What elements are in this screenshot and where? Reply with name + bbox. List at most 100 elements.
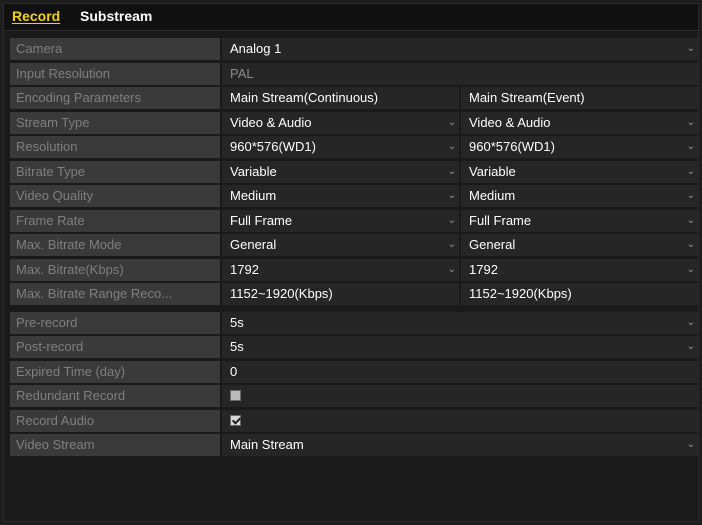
- camera-label: Camera: [10, 38, 220, 60]
- max-bitrate-event-select[interactable]: 1792 ⌄: [461, 258, 698, 281]
- redundant-record-checkbox[interactable]: [230, 390, 241, 401]
- video-stream-select[interactable]: Main Stream ⌄: [222, 434, 698, 456]
- resolution-event-select[interactable]: 960*576(WD1) ⌄: [461, 136, 698, 158]
- chevron-down-icon: ⌄: [447, 239, 456, 250]
- max-bitrate-mode-event-value: General: [469, 237, 516, 252]
- max-bitrate-mode-label: Max. Bitrate Mode: [10, 234, 220, 256]
- redundant-record-cell: [222, 385, 698, 407]
- video-quality-main-select[interactable]: Medium ⌄: [222, 185, 459, 207]
- tab-bar: Record Substream: [4, 4, 698, 31]
- post-record-value: 5s: [230, 339, 244, 354]
- row-expired-time: Expired Time (day) 0: [10, 360, 698, 385]
- row-input-resolution: Input Resolution PAL: [10, 62, 698, 87]
- post-record-select[interactable]: 5s ⌄: [222, 336, 698, 358]
- row-video-quality: Video Quality Medium ⌄ Medium ⌄: [10, 184, 698, 209]
- chevron-down-icon: ⌄: [686, 116, 695, 128]
- record-audio-label: Record Audio: [10, 409, 220, 432]
- tab-substream[interactable]: Substream: [80, 8, 152, 24]
- pre-record-label: Pre-record: [10, 311, 220, 334]
- stream-type-main-select[interactable]: Video & Audio ⌄: [222, 111, 459, 134]
- stream-type-event-value: Video & Audio: [469, 114, 551, 130]
- max-bitrate-main-select[interactable]: 1792 ⌄: [222, 258, 459, 281]
- post-record-label: Post-record: [10, 336, 220, 358]
- input-resolution-label: Input Resolution: [10, 62, 220, 85]
- max-bitrate-mode-main-value: General: [230, 237, 277, 252]
- stream-type-main-value: Video & Audio: [230, 114, 312, 130]
- chevron-down-icon: ⌄: [447, 190, 456, 201]
- row-max-bitrate-mode: Max. Bitrate Mode General ⌄ General ⌄: [10, 233, 698, 258]
- row-resolution: Resolution 960*576(WD1) ⌄ 960*576(WD1) ⌄: [10, 135, 698, 160]
- stream-type-label: Stream Type: [10, 111, 220, 134]
- row-max-bitrate-range: Max. Bitrate Range Reco... 1152~1920(Kbp…: [10, 282, 698, 307]
- bitrate-type-main-select[interactable]: Variable ⌄: [222, 160, 459, 183]
- row-redundant-record: Redundant Record: [10, 384, 698, 409]
- chevron-down-icon: ⌄: [447, 263, 456, 275]
- row-stream-type: Stream Type Video & Audio ⌄ Video & Audi…: [10, 111, 698, 136]
- tab-record[interactable]: Record: [12, 8, 60, 24]
- row-pre-record: Pre-record 5s ⌄: [10, 311, 698, 336]
- redundant-record-label: Redundant Record: [10, 385, 220, 407]
- main-stream-event-header: Main Stream(Event): [461, 87, 698, 109]
- max-bitrate-range-label: Max. Bitrate Range Reco...: [10, 283, 220, 305]
- chevron-down-icon: ⌄: [686, 214, 695, 226]
- row-post-record: Post-record 5s ⌄: [10, 335, 698, 360]
- row-camera: Camera Analog 1 ⌄: [10, 37, 698, 62]
- camera-value: Analog 1: [230, 41, 282, 56]
- bitrate-type-label: Bitrate Type: [10, 160, 220, 183]
- max-bitrate-main-value: 1792: [230, 261, 259, 277]
- main-stream-continuous-header: Main Stream(Continuous): [222, 87, 459, 109]
- video-quality-label: Video Quality: [10, 185, 220, 207]
- video-quality-event-value: Medium: [469, 188, 516, 203]
- resolution-label: Resolution: [10, 136, 220, 158]
- max-bitrate-mode-event-select[interactable]: General ⌄: [461, 234, 698, 256]
- resolution-main-value: 960*576(WD1): [230, 139, 316, 154]
- expired-time-input[interactable]: 0: [222, 360, 698, 383]
- frame-rate-label: Frame Rate: [10, 209, 220, 232]
- bitrate-type-event-select[interactable]: Variable ⌄: [461, 160, 698, 183]
- bitrate-type-event-value: Variable: [469, 163, 516, 179]
- pre-record-select[interactable]: 5s ⌄: [222, 311, 698, 334]
- record-audio-cell: [222, 409, 698, 432]
- chevron-down-icon: ⌄: [447, 116, 456, 128]
- chevron-down-icon: ⌄: [447, 165, 456, 177]
- record-audio-checkbox[interactable]: [230, 414, 241, 426]
- frame-rate-main-select[interactable]: Full Frame ⌄: [222, 209, 459, 232]
- frame-rate-event-value: Full Frame: [469, 212, 532, 228]
- record-settings-panel: Record Substream Camera Analog 1 ⌄ Input…: [3, 3, 699, 522]
- bitrate-type-main-value: Variable: [230, 163, 277, 179]
- max-bitrate-event-value: 1792: [469, 261, 498, 277]
- encoding-parameters-label: Encoding Parameters: [10, 87, 220, 109]
- chevron-down-icon: ⌄: [686, 316, 695, 328]
- max-bitrate-label: Max. Bitrate(Kbps): [10, 258, 220, 281]
- max-bitrate-range-event-value: 1152~1920(Kbps): [461, 283, 698, 305]
- max-bitrate-mode-main-select[interactable]: General ⌄: [222, 234, 459, 256]
- max-bitrate-range-main-value: 1152~1920(Kbps): [222, 283, 459, 305]
- pre-record-value: 5s: [230, 314, 244, 330]
- chevron-down-icon: ⌄: [447, 141, 456, 152]
- frame-rate-main-value: Full Frame: [230, 212, 293, 228]
- stream-type-event-select[interactable]: Video & Audio ⌄: [461, 111, 698, 134]
- chevron-down-icon: ⌄: [686, 341, 695, 352]
- video-quality-main-value: Medium: [230, 188, 277, 203]
- frame-rate-event-select[interactable]: Full Frame ⌄: [461, 209, 698, 232]
- chevron-down-icon: ⌄: [686, 141, 695, 152]
- input-resolution-value: PAL: [222, 62, 698, 85]
- row-record-audio: Record Audio: [10, 409, 698, 434]
- settings-rows: Camera Analog 1 ⌄ Input Resolution PAL E…: [10, 37, 698, 458]
- row-encoding-parameters: Encoding Parameters Main Stream(Continuo…: [10, 86, 698, 111]
- video-stream-label: Video Stream: [10, 434, 220, 456]
- resolution-main-select[interactable]: 960*576(WD1) ⌄: [222, 136, 459, 158]
- row-max-bitrate: Max. Bitrate(Kbps) 1792 ⌄ 1792 ⌄: [10, 258, 698, 283]
- row-video-stream: Video Stream Main Stream ⌄: [10, 433, 698, 458]
- video-quality-event-select[interactable]: Medium ⌄: [461, 185, 698, 207]
- chevron-down-icon: ⌄: [686, 190, 695, 201]
- row-frame-rate: Frame Rate Full Frame ⌄ Full Frame ⌄: [10, 209, 698, 234]
- chevron-down-icon: ⌄: [686, 165, 695, 177]
- chevron-down-icon: ⌄: [686, 439, 695, 450]
- resolution-event-value: 960*576(WD1): [469, 139, 555, 154]
- camera-select[interactable]: Analog 1 ⌄: [222, 38, 698, 60]
- chevron-down-icon: ⌄: [447, 214, 456, 226]
- chevron-down-icon: ⌄: [686, 263, 695, 275]
- expired-time-label: Expired Time (day): [10, 360, 220, 383]
- chevron-down-icon: ⌄: [686, 239, 695, 250]
